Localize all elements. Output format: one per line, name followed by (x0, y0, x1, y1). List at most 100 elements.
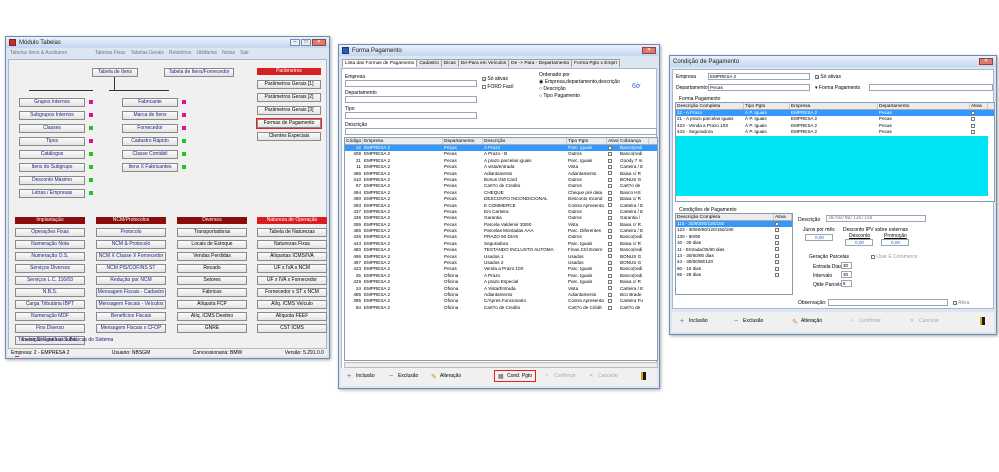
observacao-input[interactable] (828, 299, 948, 306)
itens-x-fabricantes-button[interactable]: Itens X Fabricantes (122, 163, 178, 172)
menu-item[interactable]: Notas (222, 50, 235, 57)
grid-button[interactable]: Mensagem Fiscais x CFOP (96, 324, 166, 333)
inclusao-button[interactable]: + Inclusão (347, 373, 375, 380)
grid-button[interactable]: Benefícios Fiscais (96, 312, 166, 321)
col-header[interactable]: Ativa (607, 138, 619, 144)
qtde-parcelas-input[interactable]: 5 (841, 280, 852, 287)
desconto-maximo-button[interactable]: Desconto Máximo (19, 176, 85, 185)
table-row[interactable]: 65 - 28 dias ✓ (676, 272, 792, 278)
menu-item[interactable]: Utilitários (196, 50, 217, 57)
grid-button[interactable]: UF x IVA x Fornecedor (257, 276, 327, 285)
col-header[interactable]: Ativa (774, 214, 792, 220)
usar-ecommerce-checkbox[interactable]: Usar E Commerce (871, 254, 918, 260)
so-ativas-checkbox[interactable]: ✓ Só ativas (482, 76, 508, 82)
close-button[interactable]: ✕ (642, 47, 656, 54)
grid-button[interactable]: Fábricas (177, 288, 247, 297)
formas-de-pagamento-button[interactable]: Formas de Pagamento (256, 118, 322, 129)
confirmar-button[interactable]: ✓ Confirmar (850, 318, 881, 324)
col-header[interactable]: Descrição Completa (676, 103, 744, 109)
fornecedor-button[interactable]: Fornecedor (122, 124, 178, 133)
grid-button[interactable]: CST ICMS (257, 324, 327, 333)
parametros-gerais-2-button[interactable]: Parâmetros Gerais [2] (257, 93, 321, 102)
window-title-bar[interactable]: Forma Pagamento ✕ (339, 45, 659, 56)
exclusao-button[interactable]: − Exclusão (734, 318, 763, 325)
promocao-input[interactable]: 0,00 (881, 239, 909, 246)
col-header[interactable]: Tipo Pgto (567, 138, 607, 144)
tipos-button[interactable]: Tipos (19, 137, 85, 146)
intervalo-input[interactable]: 30 (841, 271, 852, 278)
grid-button[interactable]: NCM PIS/COFINS ST (96, 264, 166, 273)
exit-door-icon[interactable] (641, 372, 646, 380)
menu-item[interactable]: Tabelas Fixas (95, 50, 126, 57)
grid-button[interactable]: Tabela de Naturezas (257, 228, 327, 237)
menu-item[interactable]: Relatórios (169, 50, 192, 57)
grupos-internos-button[interactable]: Grupos Internos (19, 98, 85, 107)
parametros-gerais-1-button[interactable]: Parâmetros Gerais [1] (257, 80, 321, 89)
window-title-bar[interactable]: Módulo Tabelas – □ ✕ (6, 37, 329, 48)
tabela-de-itens-button[interactable]: Tabela de Itens (92, 68, 138, 77)
alteracao-button[interactable]: ✎ Alteração (792, 318, 822, 326)
grid-button[interactable]: Alíquota FCP (177, 300, 247, 309)
letras-empresas-button[interactable]: Letras / Empresas (19, 189, 85, 198)
tab-lista[interactable]: Lista das Formas de Pagamento (342, 59, 418, 67)
desconto-input[interactable]: 0,00 (845, 239, 873, 246)
ativa-checkbox[interactable]: ✓ Ativa (953, 300, 969, 306)
menu-item[interactable]: Sair (240, 50, 249, 57)
fabricante-button[interactable]: Fabricante (122, 98, 178, 107)
grid-button[interactable]: Carga Tributária IBPT (15, 300, 85, 309)
grid-button[interactable]: GNRE (177, 324, 247, 333)
minimize-button[interactable]: – (290, 39, 300, 46)
grid-button[interactable]: NCM & Protocolo (96, 240, 166, 249)
grid-button[interactable]: Protocolo (96, 228, 166, 237)
departamento-select[interactable] (345, 96, 477, 103)
alteracao-button[interactable]: ✎ Alteração (431, 373, 461, 381)
empresa-select[interactable]: EMPRESA 2 (708, 73, 810, 80)
grid-button[interactable]: Serviços Diversos (15, 264, 85, 273)
exclusao-button[interactable]: − Exclusão (389, 373, 418, 380)
cancelar-button[interactable]: ✕ Cancelar (589, 373, 618, 379)
itens-do-subgrupo-button[interactable]: Itens do Subgrupo (19, 163, 85, 172)
order-option-3[interactable]: ○ Tipo Pagamento (539, 93, 580, 99)
entrada-dias-input[interactable]: 30 (841, 262, 852, 269)
grid-button[interactable]: Numeração O.S. (15, 252, 85, 261)
order-option-2[interactable]: ○ Descrição (539, 86, 566, 92)
grid-button[interactable]: Alíq. ICMS Veículo (257, 300, 327, 309)
grid-button[interactable]: Recado (177, 264, 247, 273)
menu-item[interactable]: Tabelas Itens & Auxiliares (10, 50, 67, 57)
juros-input[interactable]: 0,00 (805, 234, 833, 241)
col-header[interactable]: Descrição (483, 138, 567, 144)
clientes-especiais-button[interactable]: Clientes Especiais (257, 132, 321, 141)
ford-facil-checkbox[interactable]: FORD Facil (482, 84, 514, 90)
tab-depara-departamento[interactable]: De -> Para - Departamento (508, 59, 573, 67)
menu-item[interactable]: Tabelas Gerais (131, 50, 164, 57)
exit-door-icon[interactable] (980, 317, 985, 325)
cadastro-rapido-button[interactable]: Cadastro Rápido (122, 137, 178, 146)
table-row[interactable]: 84 EMPRESA 2 Oficina Cart?o de Credito Cart?… (345, 305, 657, 311)
grid-button[interactable]: NCM X Classe X Fornecedor (96, 252, 166, 261)
forma-pagamento-select[interactable] (869, 84, 993, 91)
so-ativas-checkbox[interactable]: ✓ Só ativas (815, 74, 841, 80)
grid-button[interactable]: Locais de Estoque (177, 240, 247, 249)
search-icon[interactable]: 6ờ (632, 83, 640, 90)
close-button[interactable]: ✕ (979, 58, 993, 65)
grid-button[interactable]: Redução por NCM (96, 276, 166, 285)
descricao-input[interactable]: 30/60/90/120/150 (826, 215, 926, 222)
grid-button[interactable]: N.B.S. (15, 288, 85, 297)
subgrupos-internos-button[interactable]: Subgrupos Internos (19, 111, 85, 120)
grid-button[interactable]: Fornecedor x ST x NCM (257, 288, 327, 297)
empresa-select[interactable] (345, 80, 477, 87)
grid-button[interactable]: Numeração MDF (15, 312, 85, 321)
tab-forma-pgto-empresa[interactable]: Forma Pgto x Emprr (571, 59, 621, 67)
grid-button[interactable]: Fins Diverso (15, 324, 85, 333)
marca-de-itens-button[interactable]: Marca de Itens (122, 111, 178, 120)
grid-button[interactable]: Mensagem Fiscais - Veículos (96, 300, 166, 309)
tipo-select[interactable] (345, 112, 477, 119)
cond-pgto-button[interactable]: ▦ Cond. Pgto (493, 370, 537, 382)
classe-contabil-button[interactable]: Classe Contábil (122, 150, 178, 159)
col-header[interactable]: Ativa (970, 103, 988, 109)
maximize-button[interactable]: □ (301, 39, 311, 46)
close-button[interactable]: ✕ (312, 39, 326, 46)
table-row[interactable]: 443 - Seguradora Á P. Iguais EMPRESA 2 Peca… (676, 129, 994, 135)
confirmar-button[interactable]: ✓ Confirmar (545, 373, 576, 379)
catalogos-button[interactable]: Catálogos (19, 150, 85, 159)
